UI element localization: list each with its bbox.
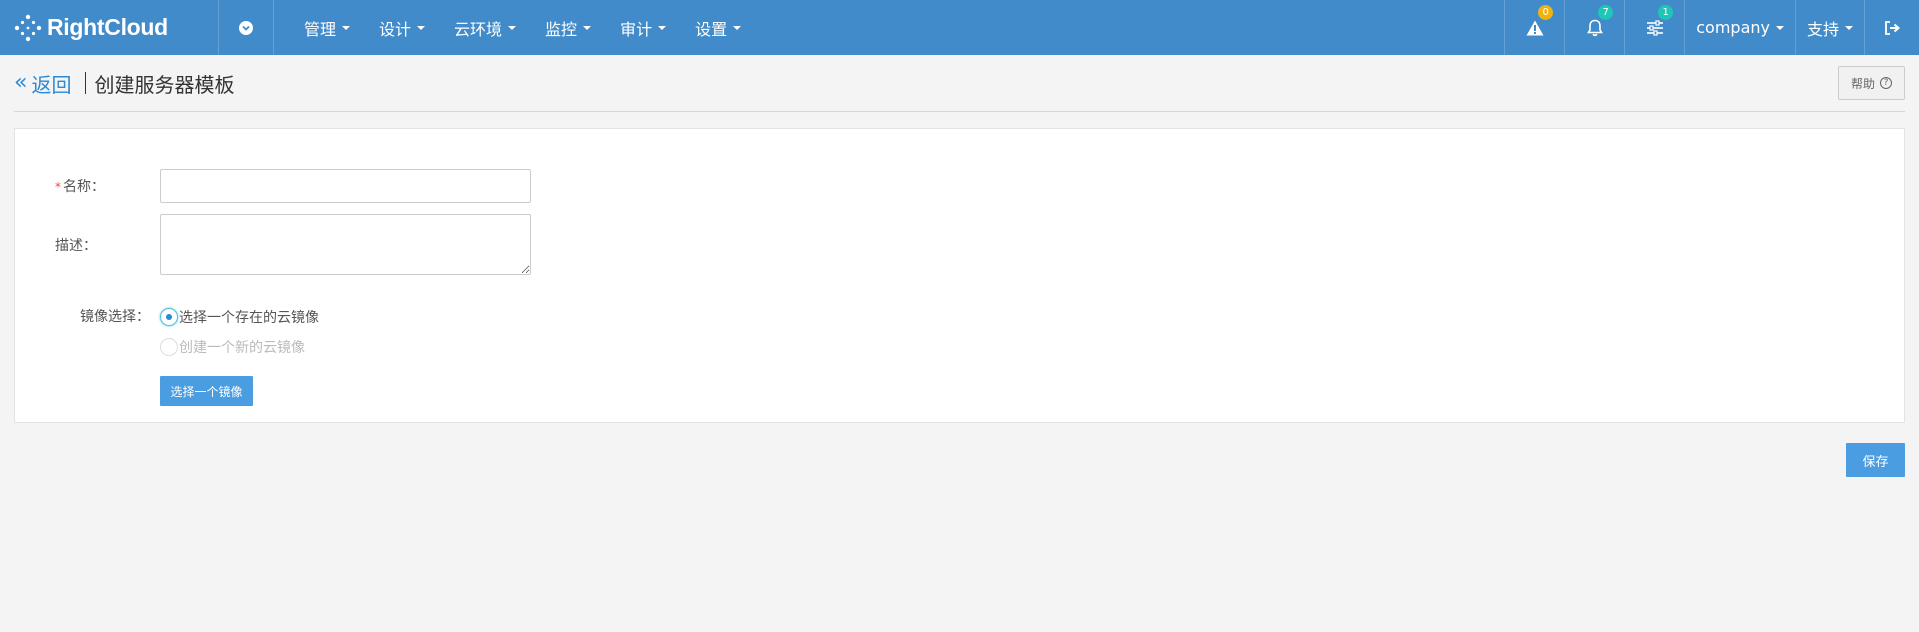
help-label: 帮助 (1850, 76, 1875, 91)
menu-item-label: 设计 (379, 19, 412, 39)
caret-down-icon (508, 25, 517, 30)
double-chevron-left-icon: « (14, 70, 28, 95)
notifications-count-badge: 7 (1598, 5, 1614, 20)
title-separator (85, 72, 87, 94)
warning-icon (1526, 20, 1544, 35)
caret-down-icon (1845, 25, 1853, 30)
select-image-button[interactable]: 选择一个镜像 (160, 376, 253, 406)
notifications-button[interactable]: 7 (1564, 0, 1624, 55)
logout-button[interactable] (1864, 0, 1919, 55)
main-menu: 管理 设计 云环境 监控 审计 设置 (274, 0, 755, 55)
caret-down-icon (1775, 25, 1784, 30)
radio-option-label: 创建一个新的云镜像 (179, 340, 305, 356)
description-label: 描述： (55, 238, 97, 254)
sign-out-icon (1885, 20, 1900, 35)
menu-item-label: 监控 (545, 19, 578, 39)
caret-down-icon (733, 25, 742, 30)
menu-item-label: 管理 (304, 19, 337, 39)
caret-down-icon (583, 25, 592, 30)
alerts-count-badge: 0 (1538, 5, 1554, 20)
name-input[interactable] (160, 169, 531, 203)
support-label: 支持 (1806, 19, 1839, 39)
menu-item-settings[interactable]: 设置 (680, 0, 755, 55)
tasks-button[interactable]: 1 (1624, 0, 1684, 55)
top-navbar: RightCloud 管理 设计 云环境 监控 审计 设置 0 7 1 comp… (0, 0, 1919, 55)
menu-item-monitor[interactable]: 监控 (530, 0, 605, 55)
image-choice-label: 镜像选择： (80, 309, 150, 325)
caret-down-icon (658, 25, 667, 30)
radio-unchecked-icon (160, 338, 178, 356)
caret-down-icon (342, 25, 351, 30)
menu-toggle-button[interactable] (219, 0, 274, 55)
chevron-down-icon (239, 20, 253, 35)
company-label: company (1696, 18, 1770, 37)
radio-existing-image[interactable]: 选择一个存在的云镜像 (160, 307, 319, 327)
page-header: « 返回 创建服务器模板 帮助 ? (14, 55, 1905, 112)
menu-item-design[interactable]: 设计 (364, 0, 439, 55)
description-textarea[interactable] (160, 214, 531, 275)
brand-logo[interactable]: RightCloud (0, 0, 219, 55)
save-button[interactable]: 保存 (1846, 443, 1905, 477)
rightcloud-logo-icon (14, 14, 42, 41)
sliders-icon (1646, 19, 1663, 36)
menu-item-audit[interactable]: 审计 (605, 0, 680, 55)
back-label: 返回 (31, 72, 72, 97)
question-circle-icon: ? (1880, 77, 1892, 89)
radio-option-label: 选择一个存在的云镜像 (179, 310, 319, 326)
name-label: 名称： (63, 179, 105, 195)
menu-item-label: 设置 (695, 19, 728, 39)
alerts-button[interactable]: 0 (1504, 0, 1564, 55)
radio-new-image: 创建一个新的云镜像 (160, 337, 305, 357)
radio-checked-icon (160, 308, 178, 326)
support-dropdown[interactable]: 支持 (1794, 0, 1864, 55)
name-label-row: * 名称： (55, 176, 105, 196)
navbar-right: 0 7 1 company 支持 (1504, 0, 1919, 55)
page-title: 创建服务器模板 (94, 72, 235, 97)
tasks-count-badge: 1 (1658, 5, 1674, 20)
back-link[interactable]: « 返回 (14, 69, 71, 98)
menu-item-manage[interactable]: 管理 (289, 0, 364, 55)
menu-item-label: 云环境 (454, 19, 503, 39)
caret-down-icon (417, 25, 426, 30)
brand-name: RightCloud (47, 14, 168, 40)
help-button[interactable]: 帮助 ? (1837, 66, 1905, 100)
bell-icon (1586, 19, 1603, 36)
menu-item-label: 审计 (620, 19, 653, 39)
required-asterisk: * (55, 180, 61, 194)
menu-item-cloud-env[interactable]: 云环境 (439, 0, 530, 55)
company-dropdown[interactable]: company (1684, 0, 1795, 55)
server-template-form: * 名称： 描述： 镜像选择： 选择一个存在的云镜像 创建一个新的云镜像 选择一个… (14, 128, 1905, 423)
